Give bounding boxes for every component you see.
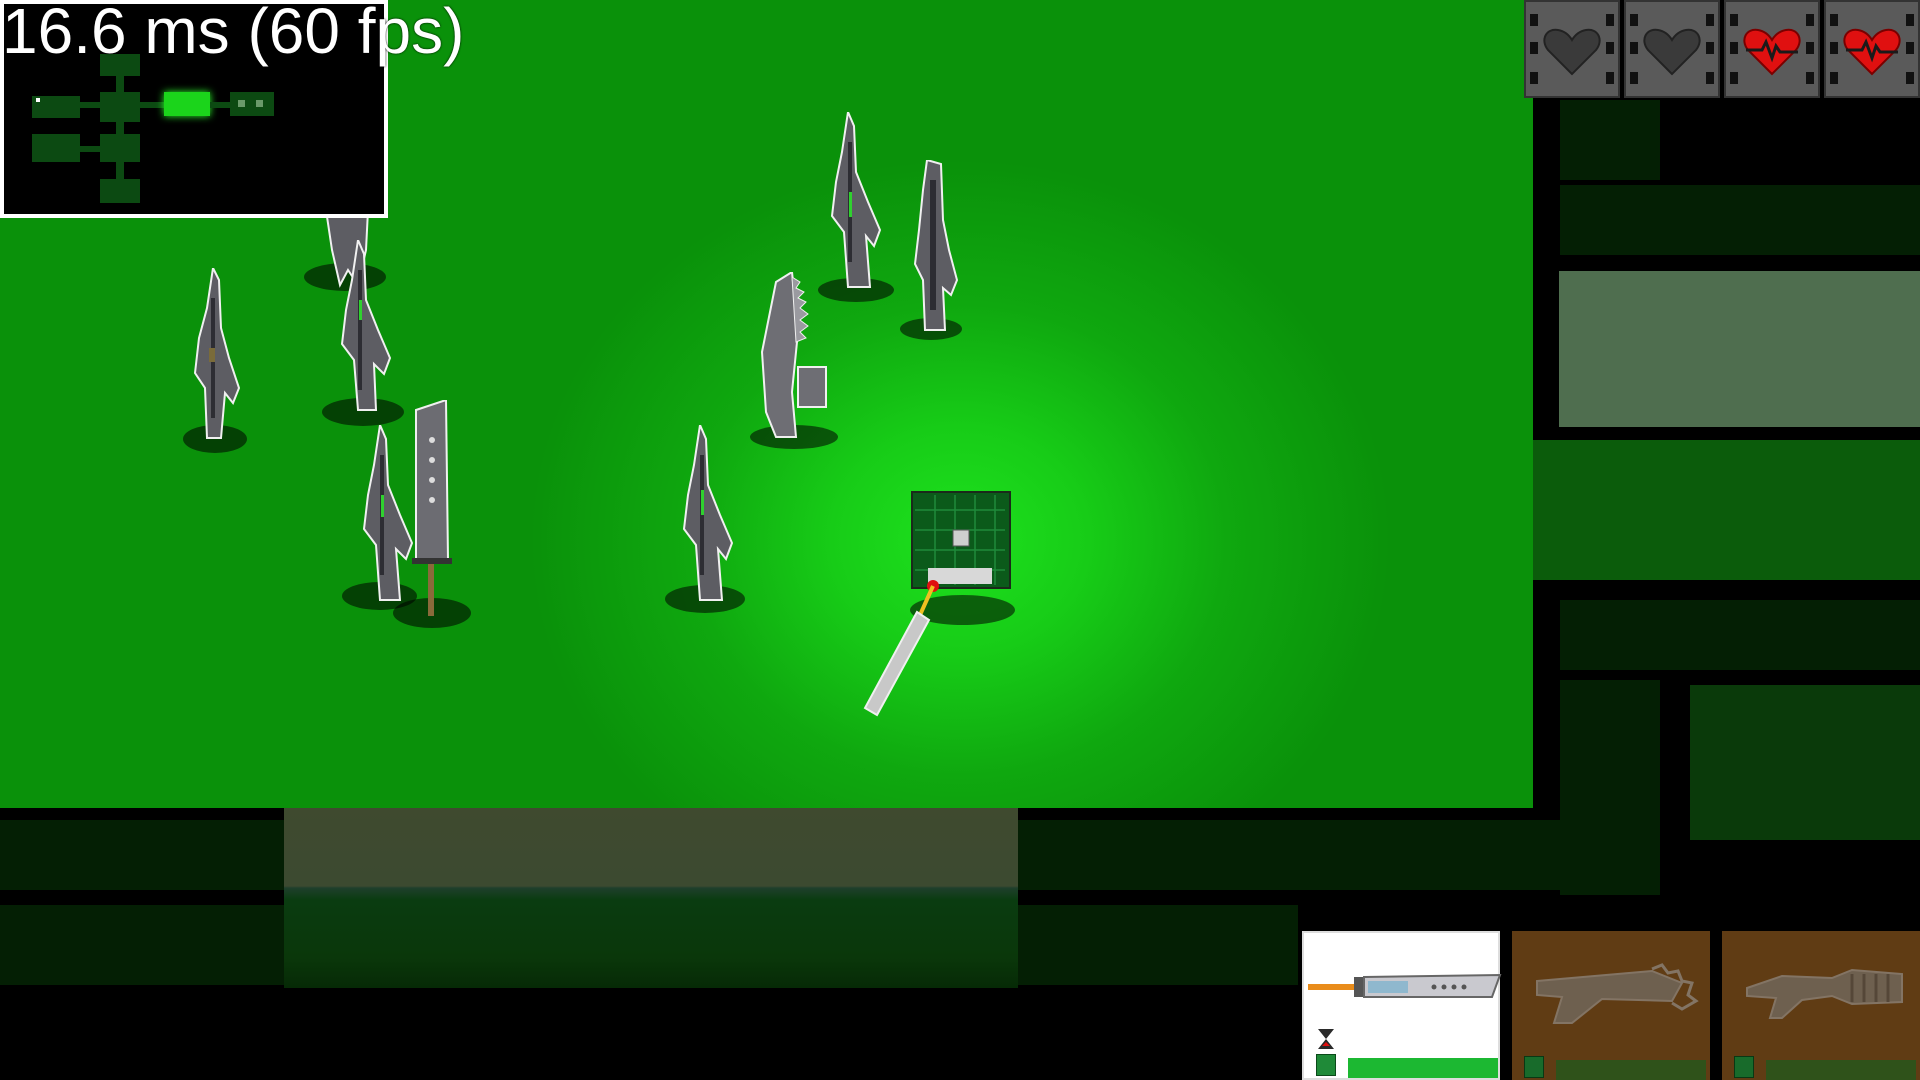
gatling-gun-icon bbox=[1746, 968, 1903, 1019]
cooldown-bar bbox=[1766, 1060, 1916, 1080]
minimap-room bbox=[100, 179, 140, 203]
minimap-corridor bbox=[116, 76, 124, 92]
battery-icon bbox=[1734, 1056, 1754, 1078]
weapon-slot-buster-sword[interactable] bbox=[1302, 931, 1502, 1080]
heartbeat-heart-icon bbox=[1724, 0, 1820, 98]
dark-floor-tile bbox=[1560, 100, 1660, 180]
cooldown-bar bbox=[1556, 1060, 1706, 1080]
rifle-enemy[interactable] bbox=[185, 268, 245, 443]
minimap-room bbox=[100, 134, 140, 162]
rifle-enemy[interactable] bbox=[818, 112, 888, 292]
rifle-enemy[interactable] bbox=[905, 160, 963, 335]
minimap-room bbox=[32, 134, 80, 162]
minimap-corridor bbox=[80, 146, 100, 152]
weapon-slot-gatling-gun[interactable] bbox=[1722, 931, 1920, 1080]
right-corridor bbox=[1533, 440, 1920, 580]
heartbeat-heart-icon bbox=[1824, 0, 1920, 98]
minimap-item-marker bbox=[256, 100, 263, 107]
minimap-corridor bbox=[116, 162, 124, 179]
health-bar bbox=[1524, 0, 1920, 98]
sword-pickup[interactable] bbox=[412, 400, 452, 620]
chainsaw-rifle-icon bbox=[1536, 963, 1699, 1024]
rifle-enemy[interactable] bbox=[350, 425, 418, 605]
dark-floor-tile bbox=[1560, 680, 1660, 895]
bottom-corridor bbox=[284, 808, 1018, 988]
minimap-corridor bbox=[210, 102, 230, 108]
dark-floor-tile bbox=[1018, 820, 1573, 890]
buster-sword-icon bbox=[1308, 973, 1502, 998]
battery-icon bbox=[1316, 1054, 1336, 1076]
minimap-current-room bbox=[164, 92, 210, 116]
weapon-slot-chainsaw-rifle[interactable] bbox=[1512, 931, 1710, 1080]
empty-heart-icon bbox=[1624, 0, 1720, 98]
minimap-corridor bbox=[116, 122, 124, 134]
dark-floor-tile bbox=[0, 820, 284, 890]
minimap-item-marker bbox=[238, 100, 245, 107]
player-character[interactable] bbox=[855, 490, 1015, 720]
dark-floor-tile bbox=[1018, 905, 1298, 985]
hourglass-icon bbox=[1318, 1029, 1334, 1049]
minimap-corridor bbox=[140, 102, 164, 108]
wall-panel bbox=[1559, 271, 1920, 427]
minimap-player-marker bbox=[36, 98, 40, 102]
empty-heart-icon bbox=[1524, 0, 1620, 98]
hourglass-icon bbox=[1524, 1030, 1544, 1052]
rifle-enemy[interactable] bbox=[670, 425, 740, 605]
minimap-room bbox=[230, 92, 274, 116]
minimap-corridor bbox=[80, 102, 100, 108]
dark-floor-tile bbox=[0, 905, 284, 985]
dark-floor-tile bbox=[1560, 600, 1920, 670]
dark-floor-tile bbox=[1690, 685, 1920, 840]
minimap-room bbox=[100, 92, 140, 122]
frame-time-readout: 16.6 ms (60 fps) bbox=[2, 0, 465, 67]
battery-icon bbox=[1524, 1056, 1544, 1078]
game-viewport[interactable]: 16.6 ms (60 fps) bbox=[0, 0, 1920, 1080]
rifle-enemy[interactable] bbox=[328, 240, 396, 415]
chainsaw-enemy[interactable] bbox=[752, 272, 830, 442]
dark-floor-tile bbox=[1560, 185, 1920, 255]
cooldown-bar bbox=[1348, 1058, 1498, 1078]
